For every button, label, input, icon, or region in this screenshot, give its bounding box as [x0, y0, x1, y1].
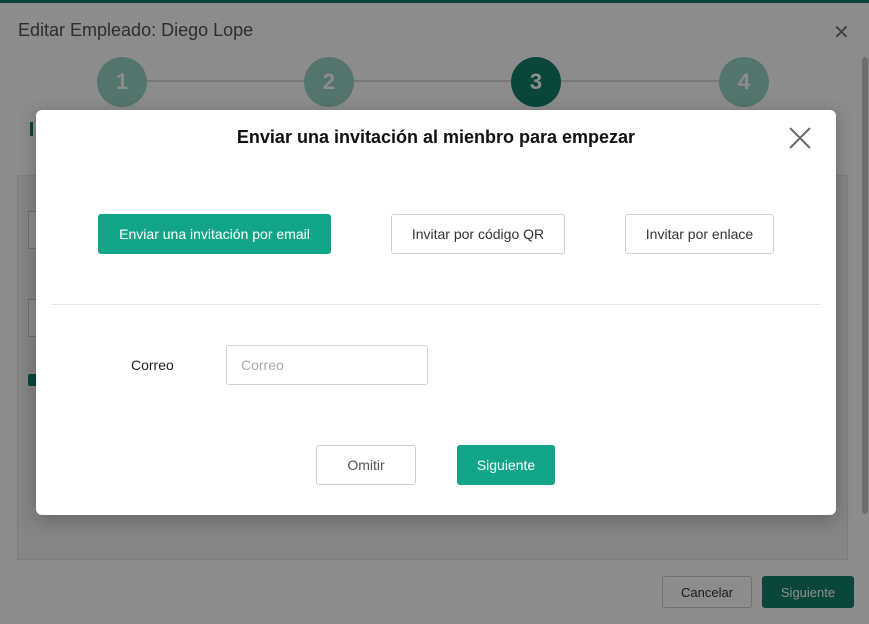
- skip-button[interactable]: Omitir: [316, 445, 416, 485]
- email-field-label: Correo: [131, 357, 174, 373]
- next-button[interactable]: Siguiente: [457, 445, 555, 485]
- close-icon[interactable]: [788, 126, 812, 150]
- invite-modal: Enviar una invitación al mienbro para em…: [36, 110, 836, 515]
- invite-by-email-button[interactable]: Enviar una invitación por email: [98, 214, 331, 254]
- divider: [51, 304, 821, 305]
- invite-by-link-button[interactable]: Invitar por enlace: [625, 214, 774, 254]
- invite-by-qr-button[interactable]: Invitar por código QR: [391, 214, 565, 254]
- modal-title: Enviar una invitación al mienbro para em…: [236, 127, 636, 147]
- email-field[interactable]: [226, 345, 428, 385]
